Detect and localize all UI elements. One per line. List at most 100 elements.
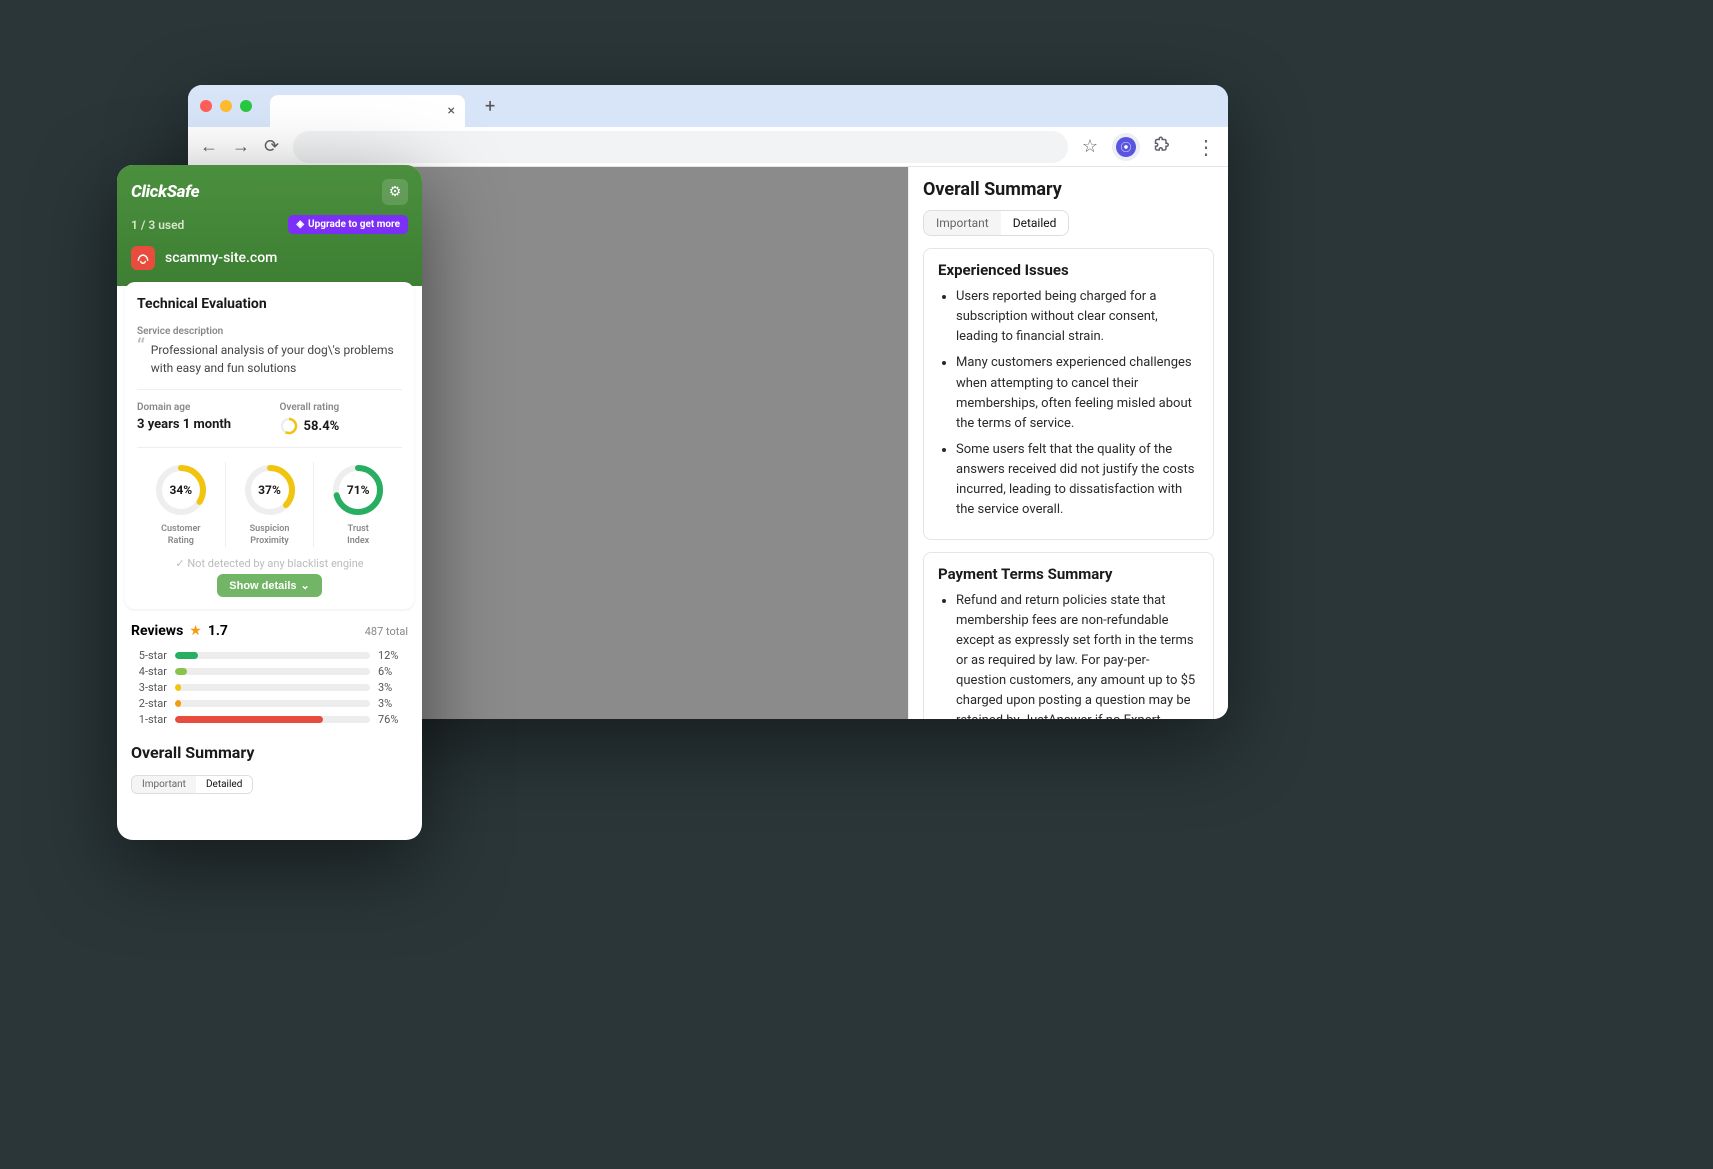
rating-label: 3-star (131, 681, 167, 694)
rating-percent: 6% (378, 665, 408, 678)
rating-bar (175, 652, 370, 659)
popup-overall-summary: Overall Summary Important Detailed (117, 729, 422, 794)
donut-metric: 34% CustomerRating (137, 462, 225, 547)
eval-title: Technical Evaluation (137, 296, 402, 312)
menu-button[interactable]: ⋮ (1196, 135, 1216, 159)
tab-important[interactable]: Important (924, 211, 1001, 235)
rating-label: 5-star (131, 649, 167, 662)
overall-rating-value: 58.4% (280, 417, 403, 435)
card-title: Experienced Issues (938, 261, 1199, 279)
rating-bar (175, 668, 370, 675)
summary-tabs: Important Detailed (923, 210, 1069, 236)
rating-label: 4-star (131, 665, 167, 678)
tab-strip: × + (188, 85, 1228, 127)
upgrade-button[interactable]: ◈ Upgrade to get more (288, 215, 408, 234)
list-item: Many customers experienced challenges wh… (956, 353, 1199, 434)
rating-fill (175, 700, 181, 707)
tab-detailed[interactable]: Detailed (1001, 211, 1069, 235)
clicksafe-logo: ClickSafe (131, 182, 199, 202)
donut-percent: 37% (242, 462, 298, 518)
rating-bar (175, 684, 370, 691)
forward-button[interactable]: → (232, 136, 250, 157)
browser-tab[interactable]: × (270, 95, 465, 127)
rating-percent: 3% (378, 681, 408, 694)
minimize-window-button[interactable] (220, 100, 232, 112)
usage-counter: 1 / 3 used (131, 218, 184, 232)
donut-label: TrustIndex (314, 524, 402, 547)
domain-age-label: Domain age (137, 402, 260, 413)
diamond-icon: ◈ (296, 219, 304, 230)
right-panel: Overall Summary Important Detailed Exper… (908, 167, 1228, 719)
rating-fill (175, 668, 187, 675)
panel-title: Overall Summary (923, 179, 1214, 200)
extension-badge[interactable]: ⦿ (1112, 133, 1140, 161)
site-domain: scammy-site.com (165, 250, 277, 266)
popup-tab-important[interactable]: Important (132, 776, 196, 793)
reviews-card: Reviews ★ 1.7 487 total 5-star 12% 4-sta… (117, 609, 422, 729)
rating-rows: 5-star 12% 4-star 6% 3-star 3% 2-star (131, 649, 408, 726)
popup-summary-tabs: Important Detailed (131, 775, 253, 794)
rating-label: 2-star (131, 697, 167, 710)
rating-fill (175, 684, 181, 691)
show-details-button[interactable]: Show details ⌄ (217, 574, 321, 597)
chevron-down-icon: ⌄ (301, 579, 310, 592)
card-title: Payment Terms Summary (938, 565, 1199, 583)
upgrade-label: Upgrade to get more (308, 219, 400, 230)
reviews-score: 1.7 (208, 623, 228, 639)
rating-percent: 76% (378, 713, 408, 726)
list-item: Refund and return policies state that me… (956, 591, 1199, 719)
technical-evaluation-card: Technical Evaluation Service description… (125, 282, 414, 609)
site-row: scammy-site.com (131, 246, 408, 270)
gear-icon: ⚙ (389, 184, 402, 200)
rating-percent: 3% (378, 697, 408, 710)
experienced-issues-card: Experienced Issues Users reported being … (923, 248, 1214, 540)
donut-label: CustomerRating (137, 524, 225, 547)
close-window-button[interactable] (200, 100, 212, 112)
overall-rating-label: Overall rating (280, 402, 403, 413)
site-danger-icon (131, 246, 155, 270)
rating-row: 5-star 12% (131, 649, 408, 662)
rating-row: 1-star 76% (131, 713, 408, 726)
extension-popup: ClickSafe ⚙ 1 / 3 used ◈ Upgrade to get … (117, 165, 422, 840)
donut-percent: 71% (330, 462, 386, 518)
browser-toolbar: ← → ⟳ ☆ ⦿ ⋮ (188, 127, 1228, 167)
rating-donut-icon (280, 417, 298, 435)
rating-bar (175, 716, 370, 723)
rating-label: 1-star (131, 713, 167, 726)
star-icon: ★ (189, 623, 202, 639)
service-description-label: Service description (137, 326, 402, 337)
rating-fill (175, 652, 198, 659)
blacklist-status: ✓ Not detected by any blacklist engine (137, 557, 402, 570)
domain-age-value: 3 years 1 month (137, 417, 260, 432)
reviews-total: 487 total (365, 625, 408, 638)
back-button[interactable]: ← (200, 136, 218, 157)
extensions-icon[interactable] (1154, 135, 1172, 158)
donut-percent: 34% (153, 462, 209, 518)
donut-row: 34% CustomerRating 37% SuspicionProximit… (137, 462, 402, 547)
onepassword-icon: ⦿ (1116, 137, 1136, 157)
reviews-title: Reviews (131, 623, 183, 639)
payment-terms-card: Payment Terms Summary Refund and return … (923, 552, 1214, 719)
rating-row: 3-star 3% (131, 681, 408, 694)
window-controls (200, 100, 252, 112)
settings-button[interactable]: ⚙ (382, 179, 408, 205)
list-item: Users reported being charged for a subsc… (956, 287, 1199, 347)
close-tab-icon[interactable]: × (448, 103, 455, 119)
rating-percent: 12% (378, 649, 408, 662)
rating-row: 4-star 6% (131, 665, 408, 678)
list-item: Some users felt that the quality of the … (956, 440, 1199, 521)
popup-tab-detailed[interactable]: Detailed (196, 776, 252, 793)
donut-metric: 71% TrustIndex (314, 462, 402, 547)
popup-header: ClickSafe ⚙ 1 / 3 used ◈ Upgrade to get … (117, 165, 422, 286)
popup-summary-title: Overall Summary (131, 743, 408, 762)
rating-fill (175, 716, 323, 723)
bookmark-icon[interactable]: ☆ (1082, 136, 1098, 157)
new-tab-button[interactable]: + (481, 92, 499, 121)
rating-row: 2-star 3% (131, 697, 408, 710)
maximize-window-button[interactable] (240, 100, 252, 112)
reload-button[interactable]: ⟳ (264, 136, 279, 157)
show-details-label: Show details (229, 580, 296, 592)
rating-bar (175, 700, 370, 707)
address-bar[interactable] (293, 131, 1068, 163)
service-description-text: Professional analysis of your dog\'s pro… (151, 341, 402, 377)
